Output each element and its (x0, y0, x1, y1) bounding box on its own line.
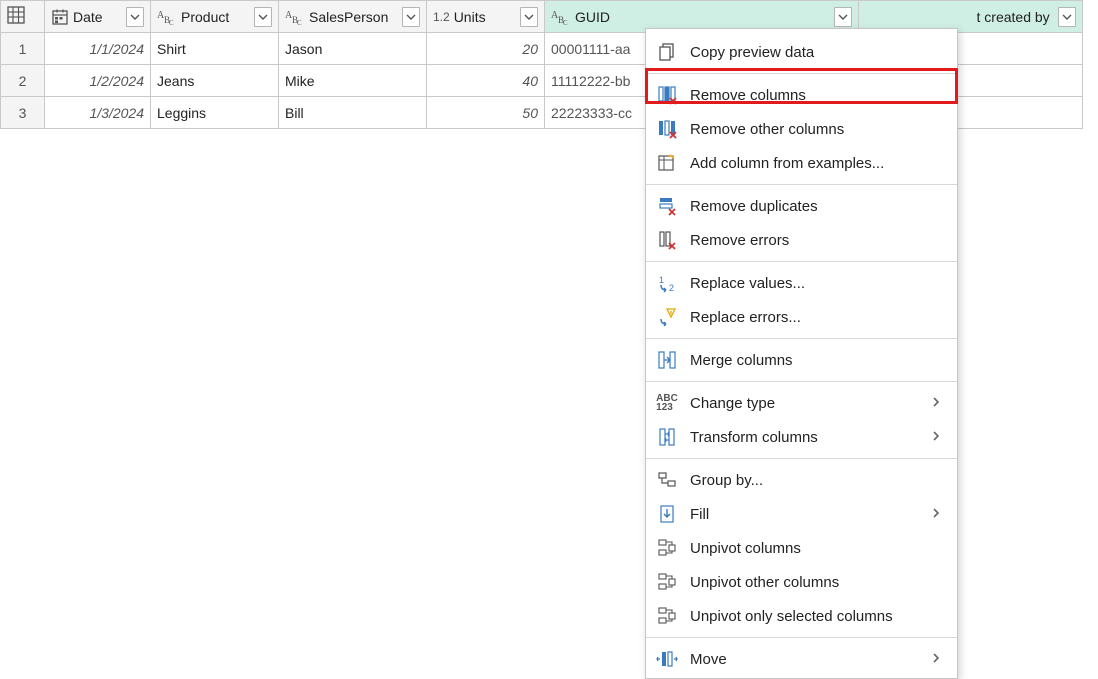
unpivot-other-icon (656, 571, 678, 593)
menu-separator (646, 458, 957, 459)
date-type-icon (51, 8, 69, 26)
change-type-icon: ABC123 (656, 392, 678, 414)
menu-replace-values[interactable]: 12 Replace values... (646, 266, 957, 300)
copy-icon (656, 41, 678, 63)
menu-separator (646, 381, 957, 382)
context-menu: Copy preview data Remove columns Remove … (645, 28, 958, 679)
svg-text:1: 1 (659, 275, 664, 285)
svg-text:C: C (169, 19, 174, 26)
svg-text:C: C (297, 19, 302, 26)
svg-text:2: 2 (669, 283, 674, 293)
column-filter-date[interactable] (126, 7, 144, 27)
column-name: SalesPerson (309, 9, 398, 25)
menu-remove-errors[interactable]: Remove errors (646, 223, 957, 257)
transform-columns-icon (656, 426, 678, 448)
unpivot-selected-icon (656, 605, 678, 627)
menu-separator (646, 73, 957, 74)
menu-remove-other-columns[interactable]: Remove other columns (646, 112, 957, 146)
cell-units[interactable]: 20 (427, 33, 545, 65)
menu-change-type[interactable]: ABC123 Change type (646, 386, 957, 420)
column-filter-units[interactable] (520, 7, 538, 27)
column-filter-guid[interactable] (834, 7, 852, 27)
cell-units[interactable]: 40 (427, 65, 545, 97)
column-header-units[interactable]: 1.2 Units (427, 1, 545, 33)
add-column-examples-icon (656, 152, 678, 174)
table-icon (7, 6, 25, 24)
column-name: Units (454, 9, 516, 25)
cell-created-by[interactable] (971, 65, 1083, 97)
text-type-icon: ABC (551, 8, 571, 26)
svg-text:C: C (563, 19, 568, 26)
chevron-right-icon (931, 429, 945, 445)
text-type-icon: ABC (157, 8, 177, 26)
menu-unpivot-selected-columns[interactable]: Unpivot only selected columns (646, 599, 957, 633)
column-filter-salesperson[interactable] (402, 7, 420, 27)
text-type-icon: ABC (285, 8, 305, 26)
replace-values-icon: 12 (656, 272, 678, 294)
chevron-right-icon (931, 651, 945, 667)
menu-separator (646, 261, 957, 262)
cell-product[interactable]: Jeans (151, 65, 279, 97)
menu-unpivot-columns[interactable]: Unpivot columns (646, 531, 957, 565)
column-name: Product (181, 9, 250, 25)
move-icon (656, 648, 678, 670)
column-header-date[interactable]: Date (45, 1, 151, 33)
cell-date[interactable]: 1/1/2024 (45, 33, 151, 65)
row-number: 1 (1, 33, 45, 65)
cell-product[interactable]: Leggins (151, 97, 279, 129)
fill-icon (656, 503, 678, 525)
cell-created-by[interactable] (971, 33, 1083, 65)
menu-remove-duplicates[interactable]: Remove duplicates (646, 189, 957, 223)
menu-separator (646, 338, 957, 339)
menu-move[interactable]: Move (646, 642, 957, 676)
row-number: 2 (1, 65, 45, 97)
remove-other-columns-icon (656, 118, 678, 140)
cell-salesperson[interactable]: Mike (279, 65, 427, 97)
menu-transform-columns[interactable]: Transform columns (646, 420, 957, 454)
menu-unpivot-other-columns[interactable]: Unpivot other columns (646, 565, 957, 599)
column-filter-product[interactable] (254, 7, 272, 27)
group-by-icon (656, 469, 678, 491)
menu-separator (646, 637, 957, 638)
cell-date[interactable]: 1/3/2024 (45, 97, 151, 129)
column-filter-created-by[interactable] (1058, 7, 1076, 27)
menu-remove-columns[interactable]: Remove columns (646, 78, 957, 112)
cell-salesperson[interactable]: Jason (279, 33, 427, 65)
remove-errors-icon (656, 229, 678, 251)
replace-errors-icon (656, 306, 678, 328)
column-header-created-by[interactable]: t created by (971, 1, 1083, 33)
number-type-icon: 1.2 (433, 10, 450, 24)
chevron-right-icon (931, 395, 945, 411)
menu-group-by[interactable]: Group by... (646, 463, 957, 497)
menu-merge-columns[interactable]: Merge columns (646, 343, 957, 377)
menu-add-column-examples[interactable]: Add column from examples... (646, 146, 957, 180)
menu-copy-preview[interactable]: Copy preview data (646, 35, 957, 69)
remove-columns-icon (656, 84, 678, 106)
cell-date[interactable]: 1/2/2024 (45, 65, 151, 97)
cell-units[interactable]: 50 (427, 97, 545, 129)
column-header-salesperson[interactable]: ABC SalesPerson (279, 1, 427, 33)
column-name: GUID (575, 9, 830, 25)
remove-duplicates-icon (656, 195, 678, 217)
merge-columns-icon (656, 349, 678, 371)
unpivot-icon (656, 537, 678, 559)
row-number: 3 (1, 97, 45, 129)
chevron-right-icon (931, 506, 945, 522)
menu-separator (646, 184, 957, 185)
column-header-product[interactable]: ABC Product (151, 1, 279, 33)
cell-salesperson[interactable]: Bill (279, 97, 427, 129)
table-corner[interactable] (1, 1, 45, 33)
menu-replace-errors[interactable]: Replace errors... (646, 300, 957, 334)
column-name: Date (73, 9, 122, 25)
menu-fill[interactable]: Fill (646, 497, 957, 531)
cell-product[interactable]: Shirt (151, 33, 279, 65)
cell-created-by[interactable] (971, 97, 1083, 129)
column-name: t created by (977, 9, 1055, 25)
